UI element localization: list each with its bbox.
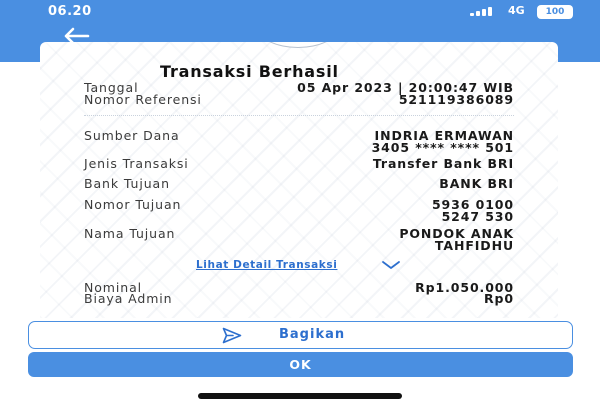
receipt-title: Transaksi Berhasil — [160, 62, 339, 81]
row-label: Biaya Admin — [84, 291, 173, 306]
ok-button[interactable]: OK — [28, 352, 573, 377]
signal-icon — [470, 6, 498, 16]
source-account: 3405 **** **** 501 — [371, 140, 514, 155]
status-bar: 06.20 4G 100 — [0, 0, 600, 24]
view-detail-link[interactable]: Lihat Detail Transaksi — [196, 259, 337, 271]
network-type: 4G — [508, 4, 525, 17]
destination-number-line: 5247 530 — [441, 209, 514, 224]
expand-details-button[interactable] — [380, 260, 402, 270]
row-value: 5936 0100 5247 530 — [432, 198, 514, 224]
row-value: PONDOK ANAK TAHFIDHU — [399, 227, 514, 253]
divider — [84, 115, 514, 116]
share-button[interactable]: Bagikan — [28, 321, 573, 349]
row-value: Rp0 — [484, 291, 514, 306]
chevron-down-icon — [382, 261, 400, 269]
row-label: Sumber Dana — [84, 128, 180, 143]
row-value: 521119386089 — [398, 92, 514, 107]
send-icon — [222, 327, 242, 344]
transaction-receipt: Transaksi Berhasil Tanggal 05 Apr 2023 |… — [40, 42, 558, 318]
row-value: INDRIA ERMAWAN 3405 **** **** 501 — [371, 129, 514, 155]
row-label: Jenis Transaksi — [84, 156, 189, 171]
row-label: Bank Tujuan — [84, 176, 170, 191]
row-value: BANK BRI — [439, 176, 514, 191]
status-time: 06.20 — [48, 4, 92, 19]
row-label: Nomor Referensi — [84, 92, 202, 107]
destination-name-line: TAHFIDHU — [434, 238, 514, 253]
home-indicator[interactable] — [198, 393, 402, 399]
row-label: Nomor Tujuan — [84, 197, 182, 212]
battery-icon: 100 — [537, 5, 573, 19]
row-label: Nama Tujuan — [84, 226, 176, 241]
row-value: Transfer Bank BRI — [372, 156, 514, 171]
share-button-label: Bagikan — [279, 327, 346, 342]
